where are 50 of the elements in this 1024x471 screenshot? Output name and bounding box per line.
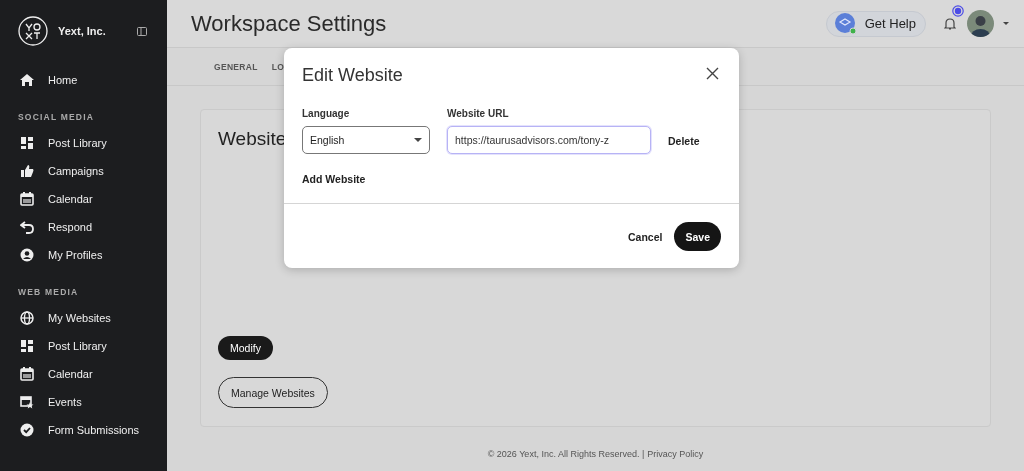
check-circle-icon <box>20 423 34 437</box>
sidebar-item[interactable]: Post Library <box>18 129 167 157</box>
grid-icon <box>20 136 34 150</box>
sidebar-item[interactable]: Form Submissions <box>18 416 167 444</box>
calendar-icon <box>20 367 34 381</box>
home-icon <box>20 73 34 87</box>
sidebar-item[interactable]: Calendar <box>18 185 167 213</box>
field-label: Language <box>302 108 351 119</box>
sidebar-toggle-icon[interactable] <box>137 26 147 36</box>
copyright-text: © 2026 Yext, Inc. All Rights Reserved. | <box>487 449 645 459</box>
globe-icon <box>20 311 34 325</box>
sidebar-item[interactable]: Calendar <box>18 360 167 388</box>
calendar-icon <box>20 192 34 206</box>
privacy-link[interactable]: Privacy Policy <box>647 449 704 459</box>
close-button[interactable] <box>706 67 719 80</box>
save-button[interactable]: Save <box>674 222 721 251</box>
grid-icon <box>20 339 34 353</box>
reply-arrow-icon <box>20 220 34 234</box>
section-heading: SOCIAL MEDIA <box>18 112 96 124</box>
avatar-icon[interactable] <box>967 10 994 37</box>
logo-icon[interactable] <box>18 16 48 46</box>
bell-icon[interactable] <box>944 17 956 30</box>
dialog-title: Edit Website <box>302 65 403 86</box>
sidebar-item[interactable]: Post Library <box>18 332 167 360</box>
section-heading: WEB MEDIA <box>18 287 80 299</box>
delete-link[interactable]: Delete <box>668 135 700 147</box>
get-help-button[interactable]: Get Help <box>825 10 926 37</box>
help-chat-icon <box>834 12 857 35</box>
caret-icon <box>414 137 422 143</box>
card-title: Website <box>218 128 287 151</box>
language-select[interactable]: English <box>302 126 430 154</box>
sidebar-item[interactable]: Campaigns <box>18 157 167 185</box>
close-icon <box>706 67 719 80</box>
caret-icon[interactable] <box>1002 21 1010 26</box>
org-name: Yext, Inc. <box>58 25 107 37</box>
add-website-link[interactable]: Add Website <box>302 173 366 185</box>
sidebar-item[interactable]: Events <box>18 388 167 416</box>
thumbs-up-icon <box>20 164 34 178</box>
modify-button[interactable]: Modify <box>218 336 273 360</box>
sidebar-item[interactable]: Home <box>18 66 167 94</box>
cancel-button[interactable]: Cancel <box>628 230 663 243</box>
tab[interactable]: LO <box>271 61 285 72</box>
sidebar-item[interactable]: My Profiles <box>18 241 167 269</box>
sidebar-item[interactable]: My Websites <box>18 304 167 332</box>
url-field[interactable]: https://taurusadvisors.com/tony-z <box>447 126 651 154</box>
sidebar-item[interactable]: Respond <box>18 213 167 241</box>
page-title: Workspace Settings <box>191 10 388 37</box>
field-label: Website URL <box>447 108 510 119</box>
person-circle-icon <box>20 248 34 262</box>
tab[interactable]: GENERAL <box>214 61 258 72</box>
